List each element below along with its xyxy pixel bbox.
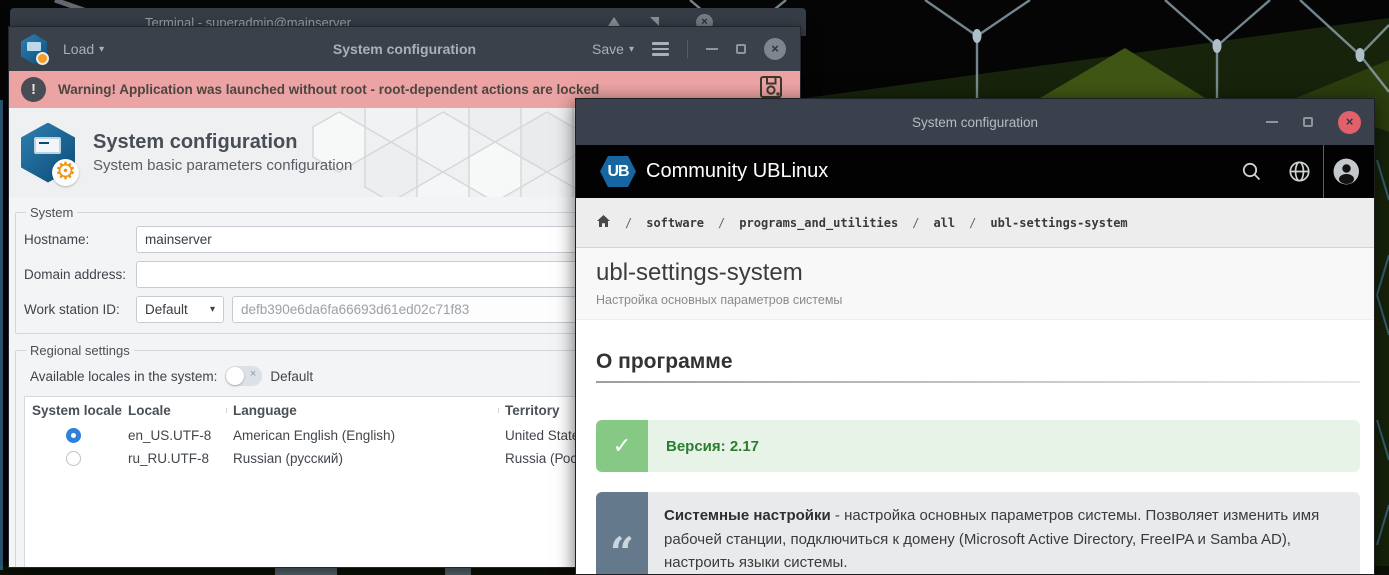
breadcrumb-separator: /	[969, 215, 977, 230]
close-button[interactable]: ×	[1338, 110, 1361, 134]
section-heading: О программе	[596, 350, 1360, 383]
radio-unselected[interactable]	[65, 451, 81, 466]
caret-down-icon: ▾	[628, 43, 634, 55]
locales-toggle[interactable]: ×	[225, 366, 263, 386]
description-quote: “ Системные настройки - настройка основн…	[596, 492, 1360, 574]
toggle-state-label: Default	[270, 368, 314, 384]
site-header: UB Community UBLinux	[576, 145, 1374, 198]
restore-button[interactable]	[736, 44, 746, 54]
save-button[interactable]: Save ▾	[592, 41, 634, 57]
locale-cell: ru_RU.UTF-8	[128, 451, 210, 466]
save-button-label: Save	[592, 41, 624, 57]
breadcrumb-separator: /	[625, 215, 633, 230]
minimize-button[interactable]	[1266, 120, 1278, 124]
app-header-icon: ⚙	[21, 122, 79, 186]
menu-button[interactable]	[652, 42, 669, 56]
right-window-title: System configuration	[911, 114, 1039, 130]
app-title: System configuration	[93, 131, 298, 153]
toggle-knob	[226, 367, 245, 385]
search-icon[interactable]	[1227, 145, 1275, 198]
domain-label: Domain address:	[24, 267, 127, 282]
app-icon	[21, 34, 49, 65]
breadcrumb: / software / programs_and_utilities / al…	[576, 198, 1374, 248]
help-browser-window: System configuration × UB Community UBLi…	[575, 98, 1375, 575]
page-subtitle: Настройка основных параметров системы	[596, 293, 843, 307]
close-button[interactable]: ×	[764, 38, 786, 60]
left-window-titlebar: Load ▾ System configuration Save ▾ ×	[9, 27, 800, 71]
home-icon[interactable]	[596, 214, 611, 231]
breadcrumb-item[interactable]: software	[646, 216, 704, 230]
load-button[interactable]: Load ▾	[63, 41, 104, 57]
workstation-mode-select[interactable]: Default ▾	[136, 296, 224, 323]
warning-icon: !	[21, 77, 46, 102]
globe-icon[interactable]	[1275, 145, 1323, 198]
locales-label: Available locales in the system:	[30, 368, 218, 384]
toggle-off-icon: ×	[249, 368, 257, 380]
page-title: ubl-settings-system	[596, 259, 803, 286]
terminal-restore-icon[interactable]	[650, 17, 659, 26]
radio-selected[interactable]	[65, 428, 81, 443]
breadcrumb-item[interactable]: programs_and_utilities	[739, 216, 898, 230]
breadcrumb-item[interactable]: all	[933, 216, 955, 230]
version-text: Версия: 2.17	[666, 437, 760, 455]
regional-groupbox-legend: Regional settings	[30, 343, 130, 358]
account-icon[interactable]	[1324, 145, 1368, 198]
terminal-shade-icon[interactable]	[608, 17, 620, 26]
gear-icon: ⚙	[52, 158, 79, 186]
load-button-label: Load	[63, 41, 95, 57]
caret-down-icon: ▾	[99, 43, 105, 55]
breadcrumb-separator: /	[718, 215, 726, 230]
restore-button[interactable]	[1303, 117, 1313, 127]
page-body: О программе ✓ Версия: 2.17 “ Системные н…	[576, 320, 1374, 574]
language-cell: American English (English)	[233, 428, 396, 443]
quote-lead: Системные настройки	[664, 507, 831, 524]
app-subtitle: System basic parameters configuration	[93, 157, 353, 174]
check-icon: ✓	[596, 420, 648, 472]
brand-name: Community UBLinux	[646, 160, 829, 182]
right-window-titlebar: System configuration ×	[576, 99, 1374, 145]
breadcrumb-item[interactable]: ubl-settings-system	[990, 216, 1127, 230]
hostname-label: Hostname:	[24, 232, 90, 247]
column-header: Language	[226, 403, 498, 418]
quote-icon: “	[596, 492, 648, 574]
language-cell: Russian (русский)	[233, 451, 343, 466]
column-header: Locale	[121, 403, 226, 418]
version-badge: ✓ Версия: 2.17	[596, 420, 1360, 472]
workstation-mode-value: Default	[145, 302, 188, 317]
column-header: System locale	[32, 403, 121, 418]
minimize-button[interactable]	[706, 47, 718, 51]
ublinux-logo-icon[interactable]: UB	[600, 156, 636, 187]
caret-down-icon: ▾	[209, 304, 215, 315]
workstation-label: Work station ID:	[24, 302, 120, 317]
system-groupbox-legend: System	[30, 205, 74, 220]
titlebar-divider	[687, 40, 688, 58]
breadcrumb-separator: /	[912, 215, 920, 230]
page-header: ubl-settings-system Настройка основных п…	[576, 248, 1374, 320]
locale-cell: en_US.UTF-8	[128, 428, 212, 443]
warning-text: Warning! Application was launched withou…	[58, 82, 600, 97]
